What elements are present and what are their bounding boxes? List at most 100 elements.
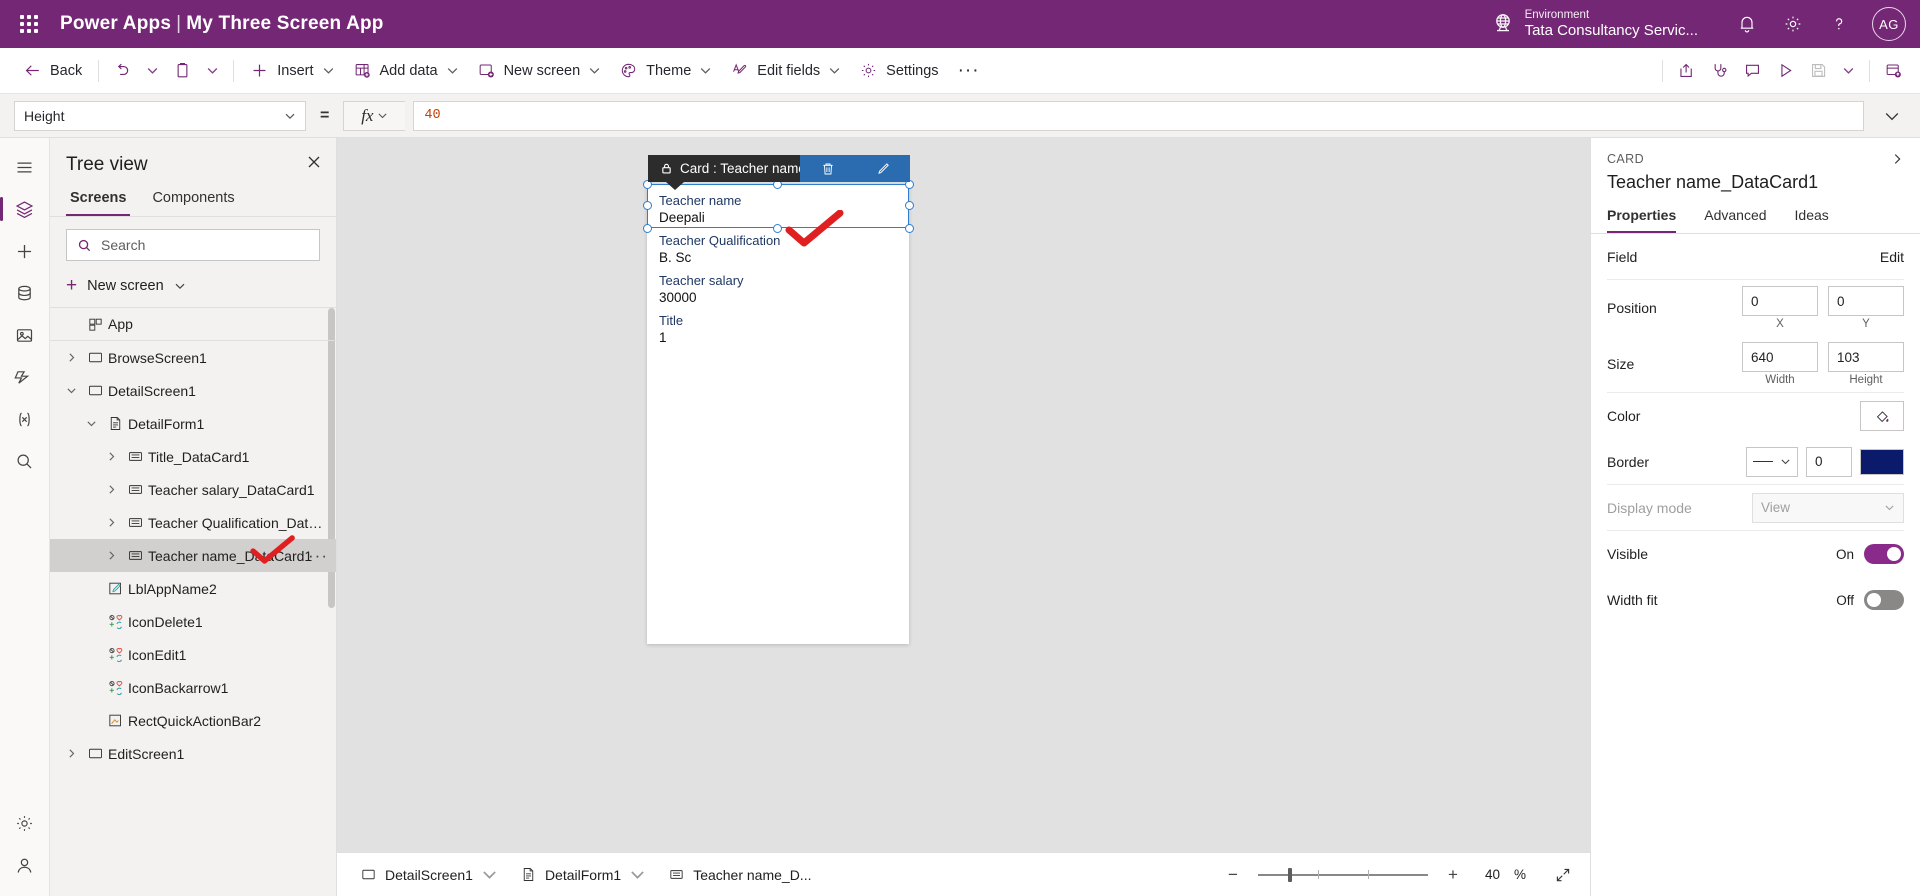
save-button[interactable]	[1802, 54, 1835, 88]
variables-icon[interactable]	[4, 398, 46, 440]
border-color-swatch[interactable]	[1860, 448, 1904, 475]
tree-item-browsescreen1[interactable]: BrowseScreen1	[50, 341, 336, 374]
chevron-right-icon[interactable]	[60, 748, 82, 759]
notification-button[interactable]	[1724, 0, 1770, 48]
chevron-right-icon[interactable]	[100, 451, 122, 462]
tree-item-teacher-salary-datacard1[interactable]: Teacher salary_DataCard1	[50, 473, 336, 506]
edit-fields-button[interactable]: Edit fields	[721, 54, 850, 88]
hamburger-menu-icon[interactable]	[4, 146, 46, 188]
paste-dropdown[interactable]	[199, 54, 226, 88]
zoom-slider-knob[interactable]	[1287, 867, 1292, 882]
tree-item-icondelete1[interactable]: IconDelete1	[50, 605, 336, 638]
paste-button[interactable]	[166, 54, 199, 88]
tab-properties[interactable]: Properties	[1607, 207, 1677, 233]
tab-ideas[interactable]: Ideas	[1795, 207, 1829, 233]
chevron-right-icon[interactable]	[1890, 152, 1904, 166]
chevron-right-icon[interactable]	[60, 352, 82, 363]
breadcrumb-detailscreen1[interactable]: DetailScreen1	[351, 860, 507, 890]
visible-toggle[interactable]	[1864, 544, 1904, 564]
overflow-menu-button[interactable]: ···	[948, 60, 990, 82]
border-width-input[interactable]: 0	[1806, 446, 1852, 477]
breadcrumb-detailform1[interactable]: DetailForm1	[511, 860, 655, 890]
formula-expand-button[interactable]	[1872, 106, 1912, 126]
account-icon[interactable]	[4, 844, 46, 886]
color-picker-button[interactable]	[1860, 401, 1904, 431]
tab-components[interactable]: Components	[148, 186, 238, 216]
tree-search-box[interactable]	[66, 229, 320, 261]
form-field-teacher-salary[interactable]: Teacher salary 30000	[647, 265, 909, 305]
resize-handle-bl[interactable]	[643, 224, 652, 233]
new-screen-button[interactable]: New screen	[468, 54, 611, 88]
fx-button[interactable]: fx	[343, 100, 406, 131]
breadcrumb-teacher-name-datacard[interactable]: Teacher name_D...	[659, 860, 820, 890]
pencil-icon[interactable]	[875, 161, 891, 177]
chevron-right-icon[interactable]	[100, 550, 122, 561]
tree-item-app[interactable]: App	[50, 308, 336, 341]
tab-screens[interactable]: Screens	[66, 186, 131, 216]
tree-item-teacher-qualification-datacard1[interactable]: Teacher Qualification_DataCard1	[50, 506, 336, 539]
chevron-down-icon[interactable]	[60, 385, 82, 396]
theme-button[interactable]: Theme	[610, 54, 721, 88]
settings-command-button[interactable]: Settings	[850, 54, 947, 88]
save-dropdown[interactable]	[1835, 54, 1862, 88]
preview-button[interactable]	[1769, 54, 1802, 88]
chevron-right-icon[interactable]	[100, 484, 122, 495]
position-x-input[interactable]: 0	[1742, 286, 1818, 316]
fit-to-screen-button[interactable]	[1550, 862, 1576, 888]
media-icon[interactable]	[4, 314, 46, 356]
resize-handle-bc[interactable]	[773, 224, 782, 233]
size-width-input[interactable]: 640	[1742, 342, 1818, 372]
tree-item-editscreen1[interactable]: EditScreen1	[50, 737, 336, 770]
undo-dropdown[interactable]	[139, 54, 166, 88]
insert-button[interactable]: Insert	[241, 54, 343, 88]
tree-item-detailform1[interactable]: DetailForm1	[50, 407, 336, 440]
resize-handle-mr[interactable]	[905, 201, 914, 210]
app-screen-preview[interactable]: Teacher name Deepali Teacher Qualificati…	[643, 155, 914, 644]
selected-card-outline[interactable]: Card : Teacher name	[643, 155, 914, 233]
undo-button[interactable]	[106, 54, 139, 88]
comments-button[interactable]	[1736, 54, 1769, 88]
tree-item-title-datacard1[interactable]: Title_DataCard1	[50, 440, 336, 473]
width-fit-toggle[interactable]	[1864, 590, 1904, 610]
property-selector[interactable]: Height	[14, 100, 306, 131]
search-input[interactable]	[101, 237, 309, 253]
settings-gear-icon[interactable]	[4, 802, 46, 844]
zoom-in-button[interactable]: +	[1442, 864, 1464, 886]
environment-selector[interactable]: Environment Tata Consultancy Servic...	[1491, 9, 1698, 39]
field-edit-link[interactable]: Edit	[1880, 249, 1904, 265]
tree-view-layers-icon[interactable]	[0, 188, 46, 230]
new-screen-tree-button[interactable]: + New screen	[50, 267, 336, 308]
tree-item-teacher-name-datacard1[interactable]: Teacher name_DataCard1 ···	[50, 535, 336, 572]
tree-item-detailscreen1[interactable]: DetailScreen1	[50, 374, 336, 407]
tab-advanced[interactable]: Advanced	[1704, 207, 1766, 233]
settings-button[interactable]	[1770, 0, 1816, 48]
tree-item-lblappname2[interactable]: LblAppName2	[50, 572, 336, 605]
user-avatar[interactable]: AG	[1872, 7, 1906, 41]
app-launcher-icon[interactable]	[12, 7, 46, 41]
form-field-title[interactable]: Title 1	[647, 305, 909, 345]
share-button[interactable]	[1670, 54, 1703, 88]
close-icon[interactable]	[306, 154, 322, 172]
border-style-select[interactable]	[1746, 446, 1798, 477]
chevron-right-icon[interactable]	[100, 517, 122, 528]
zoom-slider[interactable]	[1257, 864, 1428, 886]
help-button[interactable]	[1816, 0, 1862, 48]
insert-plus-icon[interactable]	[4, 230, 46, 272]
app-checker-button[interactable]	[1703, 54, 1736, 88]
publish-button[interactable]	[1877, 54, 1910, 88]
search-icon[interactable]	[4, 440, 46, 482]
chevron-down-icon[interactable]	[80, 418, 102, 429]
add-data-button[interactable]: Add data	[344, 54, 468, 88]
power-automate-icon[interactable]	[4, 356, 46, 398]
tree-item-rectquickactionbar2[interactable]: RectQuickActionBar2	[50, 704, 336, 737]
tree-item-iconbackarrow1[interactable]: IconBackarrow1	[50, 671, 336, 704]
back-button[interactable]: Back	[14, 54, 91, 88]
trash-icon[interactable]	[820, 161, 836, 177]
display-mode-select[interactable]: View	[1752, 492, 1904, 523]
tree-item-context-menu[interactable]: ···	[308, 546, 328, 566]
resize-handle-ml[interactable]	[643, 201, 652, 210]
tree-item-iconedit1[interactable]: IconEdit1	[50, 638, 336, 671]
canvas-area[interactable]: Teacher name Deepali Teacher Qualificati…	[337, 138, 1590, 852]
resize-handle-br[interactable]	[905, 224, 914, 233]
data-cylinder-icon[interactable]	[4, 272, 46, 314]
